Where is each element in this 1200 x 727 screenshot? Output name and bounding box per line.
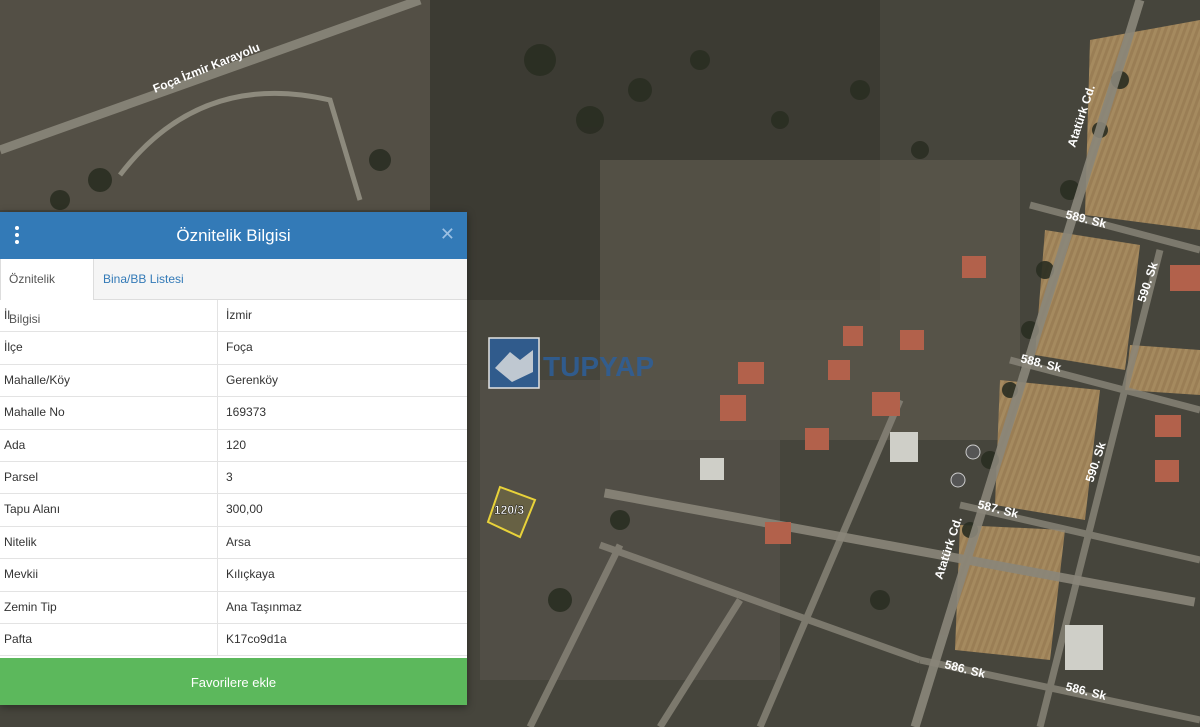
table-row: İlçe Foça: [0, 332, 467, 365]
row-key: Parsel: [0, 461, 218, 494]
row-value: 3: [226, 469, 233, 484]
table-row: Tapu Alanı 300,00: [0, 494, 467, 527]
row-value: Foça: [226, 340, 253, 355]
row-key: Tapu Alanı: [0, 494, 218, 526]
tab-building-list[interactable]: Bina/BB Listesi: [95, 259, 192, 299]
row-key: Nitelik: [0, 526, 218, 559]
table-row: Mevkii Kılıçkaya: [0, 559, 467, 592]
table-row: İl İzmir: [0, 300, 467, 333]
tab-attributes[interactable]: Öznitelik Bilgisi: [0, 259, 94, 326]
table-row: Mahalle No 169373: [0, 397, 467, 430]
row-key: Zemin Tip: [0, 591, 218, 623]
table-row: Ada 120: [0, 429, 467, 462]
table-row: Pafta K17co9d1a: [0, 623, 467, 657]
row-value: Kılıçkaya: [226, 567, 275, 582]
panel-header: Öznitelik Bilgisi ✕: [0, 212, 467, 259]
row-key: Mahalle/Köy: [0, 364, 218, 397]
close-icon[interactable]: ✕: [440, 224, 455, 245]
row-key: Mevkii: [0, 559, 218, 591]
row-value: 120: [226, 437, 247, 452]
table-row: Zemin Tip Ana Taşınmaz: [0, 591, 467, 624]
watermark-text: TUPYAP: [543, 351, 654, 382]
row-value: 169373: [226, 405, 267, 420]
add-favorite-button[interactable]: Favorilere ekle: [0, 658, 467, 705]
parcel-label: 120/3: [494, 503, 524, 517]
tab-bar: Öznitelik Bilgisi Bina/BB Listesi: [0, 259, 467, 326]
attribute-panel: Öznitelik Bilgisi ✕ Öznitelik Bilgisi Bi…: [0, 212, 467, 705]
row-key: Pafta: [0, 623, 218, 656]
row-key: Mahalle No: [0, 397, 218, 429]
panel-title: Öznitelik Bilgisi: [176, 226, 291, 245]
row-value: Ana Taşınmaz: [226, 599, 302, 614]
table-row: Nitelik Arsa: [0, 526, 467, 560]
row-value: Gerenköy: [226, 372, 279, 387]
table-row: Mahalle/Köy Gerenköy: [0, 364, 467, 398]
row-value: Arsa: [226, 534, 251, 549]
row-value: İzmir: [226, 308, 252, 322]
row-value: K17co9d1a: [226, 631, 287, 646]
row-key: Ada: [0, 429, 218, 461]
row-value: 300,00: [226, 502, 263, 517]
table-row: Parsel 3: [0, 461, 467, 495]
attribute-table: İl İzmir İlçe Foça Mahalle/Köy Gerenköy Mah…: [0, 300, 467, 657]
